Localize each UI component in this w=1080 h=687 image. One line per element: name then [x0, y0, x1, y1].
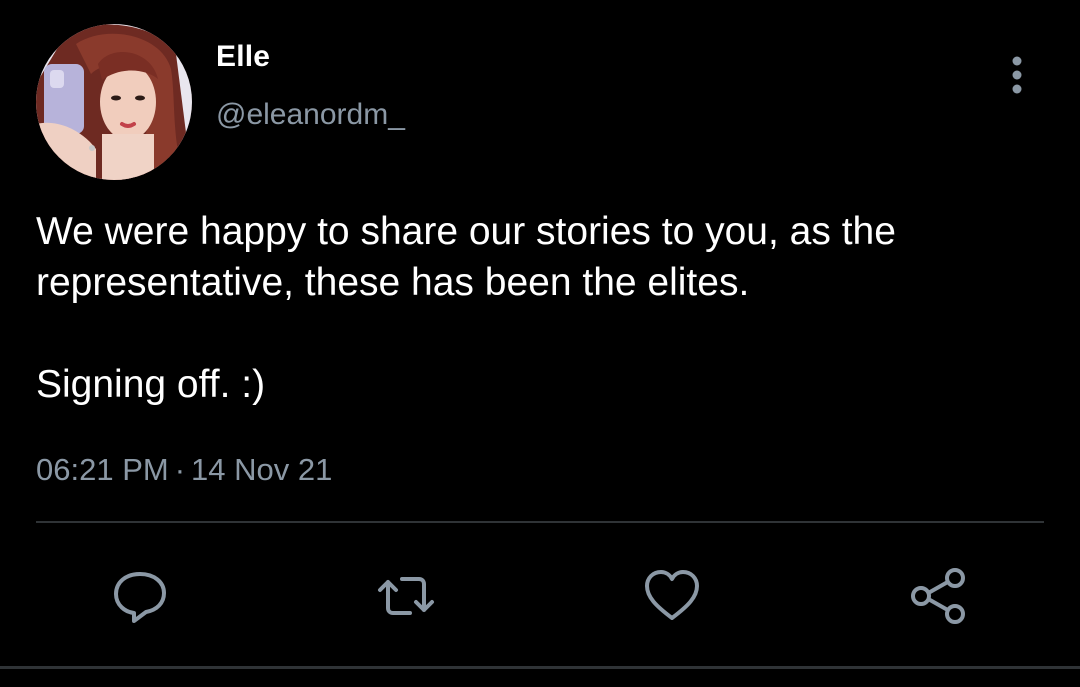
- vertical-ellipsis-icon: [1012, 56, 1022, 94]
- reply-icon: [114, 572, 166, 623]
- tweet-text-line: representative, these has been the elite…: [36, 261, 750, 304]
- bottom-divider: [0, 666, 1080, 669]
- tweet-card: Elle @eleanordm_ We were happy to share …: [0, 0, 1080, 687]
- retweet-button[interactable]: [376, 566, 436, 626]
- user-handle[interactable]: @eleanordm_: [216, 98, 405, 132]
- like-button[interactable]: [642, 566, 702, 626]
- more-options-button[interactable]: [1000, 54, 1034, 96]
- divider: [36, 521, 1044, 523]
- avatar[interactable]: [36, 24, 192, 180]
- tweet-text-line: Signing off. :): [36, 363, 266, 406]
- retweet-icon: [378, 577, 434, 615]
- tweet-time: 06:21 PM: [36, 452, 169, 487]
- avatar-image: [36, 24, 192, 180]
- heart-icon: [645, 570, 699, 620]
- share-button[interactable]: [908, 566, 968, 626]
- reply-button[interactable]: [110, 566, 170, 626]
- tweet-text-line: We were happy to share our stories to yo…: [36, 210, 896, 253]
- tweet-text: We were happy to share our stories to yo…: [36, 206, 1046, 410]
- meta-separator: ·: [174, 452, 186, 487]
- display-name[interactable]: Elle: [216, 40, 270, 74]
- share-icon: [911, 568, 965, 624]
- tweet-date: 14 Nov 21: [191, 452, 333, 487]
- tweet-timestamp[interactable]: 06:21 PM · 14 Nov 21: [36, 452, 332, 488]
